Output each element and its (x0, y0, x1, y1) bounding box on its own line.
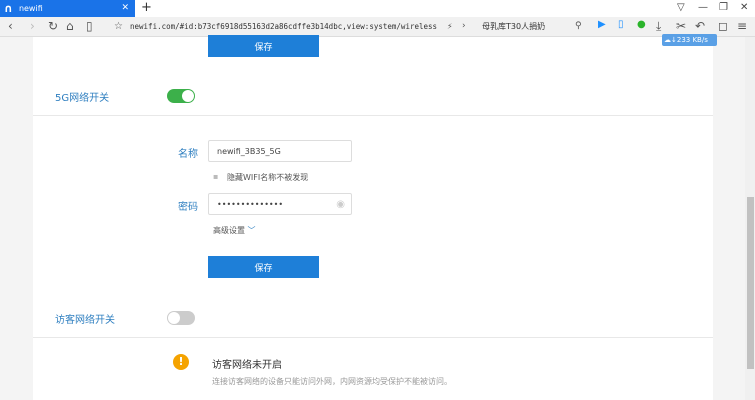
reader-button[interactable]: ▯ (86, 19, 93, 33)
tab-title: newifi (18, 4, 43, 13)
bag-icon[interactable]: ◻ (718, 19, 728, 33)
menu-icon[interactable]: ≡ (737, 19, 747, 33)
guest-network-label: 访客网络开关 (55, 315, 115, 326)
cloud-icon: ☁↓ (664, 36, 677, 44)
scissors-icon[interactable]: ✂ (676, 19, 686, 33)
tab-newifi[interactable]: ∩ newifi ✕ (0, 0, 135, 17)
download-icon[interactable]: ⤓ (656, 19, 661, 34)
search-icon[interactable]: ⚲ (575, 21, 582, 31)
tablet-icon[interactable]: ▯ (618, 19, 624, 30)
divider (33, 337, 713, 338)
address-bar[interactable]: newifi.com/#id:b73cf6918d55163d2a86cdffe… (130, 22, 437, 31)
chevron-right-icon[interactable]: › (462, 21, 466, 31)
close-window-button[interactable]: ✕ (740, 2, 748, 13)
lightning-icon[interactable]: ⚡ (447, 22, 453, 31)
eye-icon[interactable]: ◉ (336, 199, 345, 210)
warning-icon: ! (173, 354, 189, 370)
save-button[interactable]: 保存 (208, 256, 319, 278)
chevron-down-icon: ﹀ (247, 226, 256, 235)
wifi5g-toggle[interactable] (167, 89, 195, 103)
wifi5g-label: 5G网络开关 (55, 93, 110, 104)
password-input[interactable]: •••••••••••••• ◉ (208, 193, 352, 215)
advanced-label: 高级设置 (213, 226, 245, 235)
scrollbar-thumb[interactable] (747, 197, 754, 369)
top-save-button[interactable]: 保存 (208, 35, 319, 57)
maximize-button[interactable]: ❐ (719, 2, 728, 13)
settings-panel (33, 37, 713, 400)
ssid-input[interactable]: newifi_3B35_5G (208, 140, 352, 162)
tab-close-icon[interactable]: ✕ (121, 3, 129, 13)
password-label: 密码 (178, 202, 198, 213)
favorite-star-icon[interactable]: ☆ (114, 21, 123, 32)
skin-icon[interactable]: ▽ (677, 2, 685, 13)
download-speed-badge: ☁↓ 233 KB/s (662, 34, 717, 46)
password-value: •••••••••••••• (217, 199, 284, 209)
name-label: 名称 (178, 149, 198, 160)
guest-network-toggle[interactable] (167, 311, 195, 325)
guest-status-title: 访客网络未开启 (212, 360, 282, 371)
wechat-icon[interactable]: ● (637, 19, 646, 30)
new-tab-button[interactable]: + (141, 0, 152, 15)
hide-ssid-label: 隐藏WIFI名称不被发现 (227, 173, 309, 182)
guest-status-desc: 连接访客网络的设备只能访问外网，内网资源均受保护不能被访问。 (212, 377, 452, 386)
divider (33, 115, 713, 116)
refresh-button[interactable]: ↻ (48, 19, 58, 33)
browser-toolbar: ‹ › ↻ ⌂ ▯ ☆ newifi.com/#id:b73cf6918d551… (0, 17, 755, 37)
home-button[interactable]: ⌂ (66, 19, 74, 33)
video-icon[interactable]: ▶ (598, 19, 606, 30)
newifi-logo-icon: ∩ (4, 2, 13, 15)
advanced-settings-link[interactable]: 高级设置 ﹀ (213, 225, 256, 236)
minimize-button[interactable]: — (698, 2, 708, 13)
search-input[interactable]: 母乳库T30人捐奶 (482, 21, 545, 32)
forward-button[interactable]: › (30, 19, 35, 33)
hide-ssid-checkbox[interactable]: ▪ (213, 172, 218, 181)
speed-text: 233 KB/s (676, 36, 708, 44)
tab-bar: ∩ newifi ✕ + ▽ — ❐ ✕ (0, 0, 755, 17)
undo-icon[interactable]: ↶ (695, 19, 705, 33)
back-button[interactable]: ‹ (8, 19, 13, 33)
